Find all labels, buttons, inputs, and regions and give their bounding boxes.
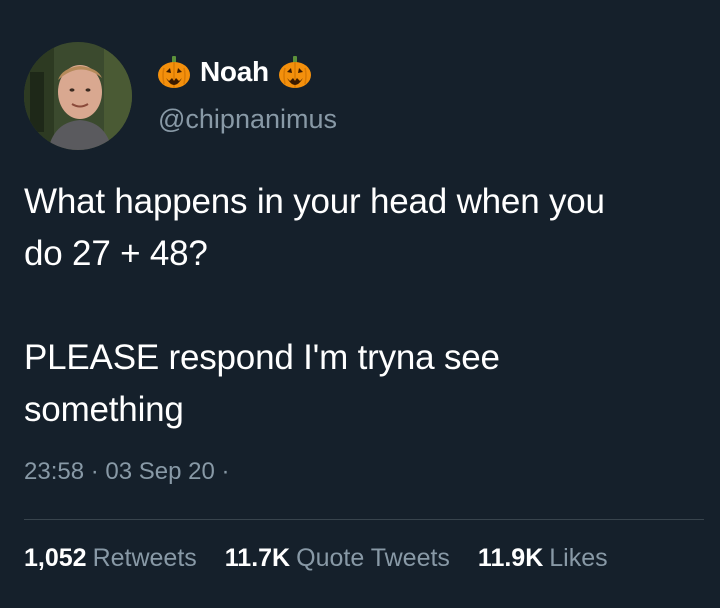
display-name[interactable]: Noah	[200, 56, 269, 88]
avatar[interactable]	[24, 42, 132, 150]
tweet-text-line: What happens in your head when you	[24, 182, 605, 221]
separator-dot: ·	[221, 458, 230, 485]
likes-stat[interactable]: 11.9K Likes	[478, 544, 608, 573]
tweet-time: 23:58	[24, 458, 85, 485]
likes-label: Likes	[549, 544, 608, 572]
divider	[24, 519, 704, 520]
tweet-text-line: do 27 + 48?	[24, 234, 208, 273]
tweet-date: 03 Sep 20	[105, 458, 215, 485]
likes-count: 11.9K	[477, 544, 544, 572]
avatar-photo	[24, 42, 132, 150]
retweets-label: Retweets	[92, 544, 197, 572]
tweet-card: Noah @chipnanimus What happens in your h…	[0, 0, 720, 608]
tweet-stats: 1,052 Retweets 11.7K Quote Tweets 11.9K Lik…	[24, 544, 608, 573]
user-handle[interactable]: @chipnanimus	[158, 104, 337, 135]
pumpkin-icon	[156, 54, 192, 90]
name-row: Noah	[156, 52, 313, 92]
separator-dot: ·	[90, 458, 99, 485]
quote-tweets-stat[interactable]: 11.7K Quote Tweets	[225, 544, 450, 573]
tweet-text-line: something	[24, 390, 184, 429]
quote-tweets-label: Quote Tweets	[296, 544, 450, 572]
retweets-count: 1,052	[24, 544, 87, 572]
tweet-timestamp[interactable]: 23:58 · 03 Sep 20 ·	[24, 458, 230, 486]
tweet-text: What happens in your head when you do 27…	[24, 176, 694, 436]
pumpkin-icon	[277, 54, 313, 90]
retweets-stat[interactable]: 1,052 Retweets	[24, 544, 197, 573]
tweet-text-line: PLEASE respond I'm tryna see	[24, 338, 500, 377]
quote-tweets-count: 11.7K	[224, 544, 291, 572]
